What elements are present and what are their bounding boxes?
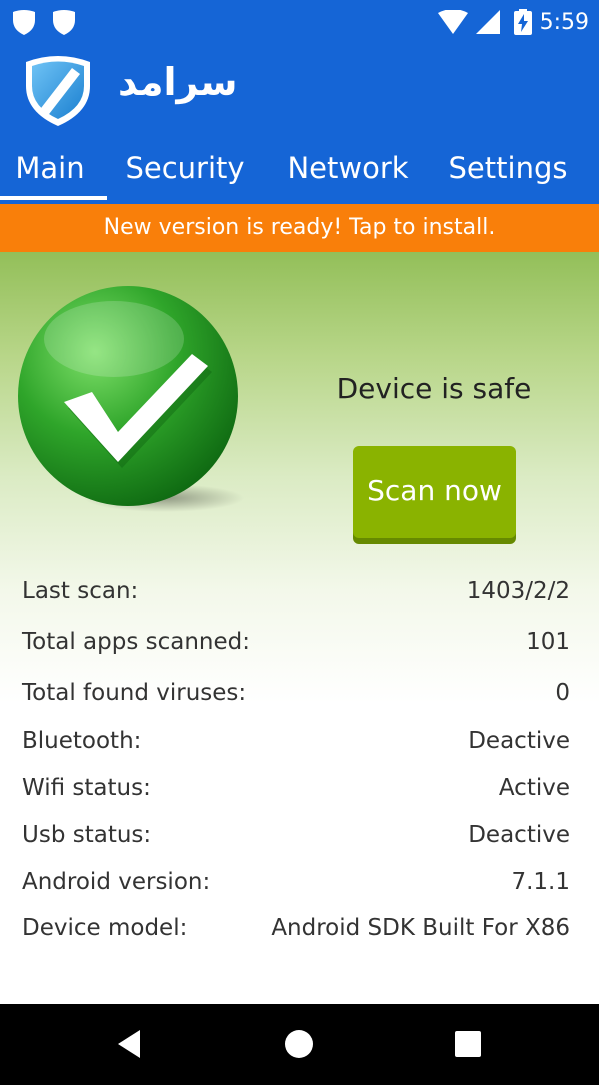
navigation-bar	[0, 1004, 599, 1085]
info-label: Total found viruses:	[22, 680, 247, 706]
info-label: Android version:	[22, 869, 211, 895]
shield-notification-icon	[13, 10, 35, 35]
tab-main[interactable]: Main	[0, 140, 107, 200]
green-check-icon	[18, 286, 244, 512]
info-row-android-version: Android version: 7.1.1	[22, 869, 570, 901]
status-time: 5:59	[539, 9, 589, 35]
tab-settings[interactable]: Settings	[440, 140, 576, 200]
info-label: Usb status:	[22, 822, 152, 848]
info-row-bluetooth: Bluetooth: Deactive	[22, 728, 570, 760]
info-row-last-scan: Last scan: 1403/2/2	[22, 578, 570, 610]
status-bar: 5:59	[0, 0, 599, 44]
info-value: Deactive	[468, 822, 570, 848]
scan-now-button[interactable]: Scan now	[353, 446, 516, 538]
info-value: 0	[555, 680, 570, 706]
back-icon[interactable]	[110, 1024, 150, 1064]
info-label: Wifi status:	[22, 775, 151, 801]
main-content: Device is safe Scan now Last scan: 1403/…	[0, 252, 599, 1004]
home-icon[interactable]	[279, 1024, 319, 1064]
update-banner[interactable]: New version is ready! Tap to install.	[0, 204, 599, 252]
shield-notification-icon	[53, 10, 75, 35]
info-label: Bluetooth:	[22, 728, 142, 754]
signal-icon	[475, 10, 500, 34]
tab-bar: Main Security Network Settings	[0, 140, 599, 200]
battery-charging-icon	[513, 9, 532, 35]
tab-security[interactable]: Security	[118, 140, 252, 200]
app-brand-name: سرامد	[118, 60, 238, 104]
tab-label: Settings	[448, 151, 568, 185]
info-label: Last scan:	[22, 578, 139, 604]
info-value: Android SDK Built For X86	[271, 915, 570, 941]
wifi-icon	[437, 10, 468, 34]
info-row-total-apps: Total apps scanned: 101	[22, 629, 570, 661]
info-row-usb: Usb status: Deactive	[22, 822, 570, 854]
device-status-text: Device is safe	[336, 372, 532, 405]
tab-network[interactable]: Network	[276, 140, 420, 200]
shield-logo-icon	[26, 56, 90, 126]
info-value: 101	[526, 629, 570, 655]
tab-label: Network	[287, 151, 409, 185]
info-row-viruses: Total found viruses: 0	[22, 680, 570, 712]
info-value: 7.1.1	[511, 869, 570, 895]
app-bar: سرامد Main Security Network Settings	[0, 44, 599, 204]
recents-icon[interactable]	[448, 1024, 488, 1064]
info-value: Deactive	[468, 728, 570, 754]
info-row-device-model: Device model: Android SDK Built For X86	[22, 915, 570, 947]
info-label: Total apps scanned:	[22, 629, 250, 655]
tab-label: Main	[15, 151, 85, 185]
info-value: Active	[498, 775, 570, 801]
info-label: Device model:	[22, 915, 188, 941]
tab-label: Security	[125, 151, 245, 185]
info-value: 1403/2/2	[466, 578, 570, 604]
active-tab-indicator	[0, 196, 107, 200]
info-row-wifi: Wifi status: Active	[22, 775, 570, 807]
